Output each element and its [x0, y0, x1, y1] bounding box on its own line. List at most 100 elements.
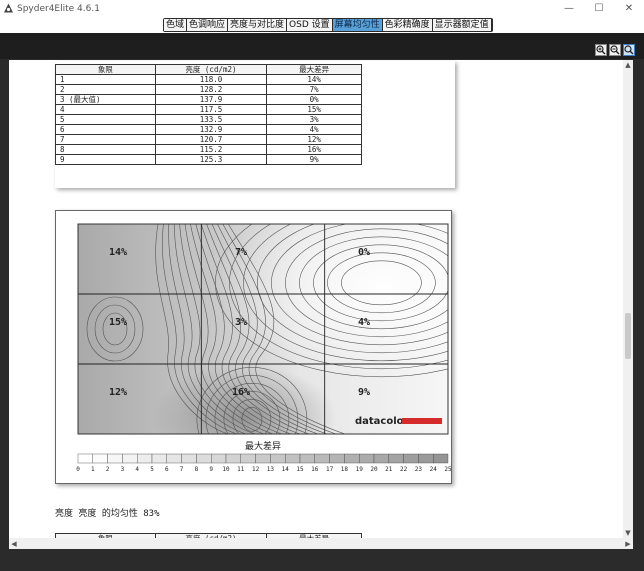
tab-2[interactable]: 亮度与对比度 [228, 19, 287, 31]
tab-3[interactable]: OSD 设置 [287, 19, 332, 31]
table-cell: 117.5 [154, 104, 268, 115]
table-cell: 9 [55, 154, 156, 165]
scale-swatch [240, 453, 256, 464]
tab-1[interactable]: 色调响应 [187, 19, 228, 31]
uniformity-summary: 亮度 亮度 的均匀性 83% [55, 509, 160, 519]
uniformity-chart-svg: 14% 7% 0% 15% 3% 4% 12% 16% 9% datacolor 最大差异 0 1… [76, 223, 452, 473]
table-row: 7 120.7 12% [55, 134, 362, 145]
scale-swatch [344, 453, 360, 464]
tab-4[interactable]: 屏幕均匀性 [332, 19, 382, 31]
scale-tick-label: 0 [76, 466, 80, 473]
table-cell: 0% [266, 94, 362, 105]
scale-swatch [270, 453, 286, 464]
minimize-button[interactable]: — [554, 0, 584, 17]
scale-tick-label: 20 [370, 466, 378, 473]
table-cell: 3% [266, 114, 362, 125]
table-row: 4 117.5 15% [55, 104, 362, 115]
tab-6[interactable]: 显示器额定值 [432, 19, 491, 31]
table-row: 5 133.5 3% [55, 114, 362, 125]
table-row: 1 118.0 14% [55, 74, 362, 85]
table-cell: 2 [55, 84, 156, 95]
column-header: 亮度 (cd/m2) [154, 64, 268, 75]
table-cell: 5 [55, 114, 156, 125]
scale-tick-label: 16 [311, 466, 319, 473]
scale-swatch [225, 453, 242, 464]
scale-swatch [373, 453, 390, 464]
report-document[interactable]: 象限 亮度 (cd/m2) 最大差异 1 118.0 14% 2 128.2 7% 3 (最大值… [9, 60, 623, 538]
tab-5[interactable]: 色彩精确度 [382, 19, 432, 31]
scroll-down-icon[interactable]: ▼ [623, 528, 633, 538]
scale-tick-label: 6 [165, 466, 169, 473]
scale-swatch [255, 453, 271, 464]
scale-tick-label: 10 [222, 466, 230, 473]
scale-tick-label: 12 [252, 466, 260, 473]
quadrant-label: 9% [358, 387, 370, 398]
scale-swatch [359, 453, 375, 464]
scale-tick-label: 7 [180, 466, 184, 473]
quadrant-label: 16% [232, 387, 250, 398]
title-bar: Spyder4Elite 4.6.1 — ☐ ✕ [0, 0, 644, 17]
scale-swatch [284, 453, 301, 464]
toolbar-area [0, 33, 644, 59]
close-button[interactable]: ✕ [614, 0, 644, 17]
scale-swatch [388, 453, 404, 464]
table-cell: 4% [266, 124, 362, 135]
scale-tick-label: 4 [135, 466, 139, 473]
horizontal-scrollbar[interactable]: ◀ ▶ [9, 538, 633, 549]
column-header: 象限 [55, 64, 156, 75]
scale-swatch [210, 453, 227, 464]
tab-bar: 色域 色调响应 亮度与对比度 OSD 设置 屏幕均匀性 色彩精确度 显示器额定值 [0, 17, 644, 33]
zoom-out-icon[interactable] [609, 44, 621, 56]
table-row: 9 125.3 9% [55, 154, 362, 165]
scroll-up-icon[interactable]: ▲ [623, 60, 633, 70]
app-icon [2, 3, 14, 15]
table-row: 6 132.9 4% [55, 124, 362, 135]
zoom-fit-icon[interactable] [623, 44, 635, 56]
quadrant-label: 0% [358, 247, 370, 258]
table-cell: 6 [55, 124, 156, 135]
scroll-right-icon[interactable]: ▶ [623, 538, 633, 549]
maximize-button[interactable]: ☐ [584, 0, 614, 17]
scale-tick-label: 14 [282, 466, 290, 473]
table-row: 3 (最大值) 137.9 0% [55, 94, 362, 105]
scale-tick-label: 23 [415, 466, 423, 473]
table-cell: 3 (最大值) [55, 94, 156, 105]
scale-swatch [77, 453, 94, 464]
table-cell: 8 [55, 144, 156, 155]
scale-swatch [196, 453, 212, 464]
scale-swatch [92, 453, 108, 464]
table-cell: 7% [266, 84, 362, 95]
scale-tick-label: 21 [385, 466, 393, 473]
status-area [0, 549, 644, 571]
table-cell: 132.9 [154, 124, 268, 135]
scale-tick-label: 8 [195, 466, 199, 473]
quadrant-label: 7% [235, 247, 247, 258]
vertical-scroll-thumb[interactable] [625, 313, 631, 359]
zoom-controls [595, 44, 635, 56]
report-tabs: 色域 色调响应 亮度与对比度 OSD 设置 屏幕均匀性 色彩精确度 显示器额定值 [163, 18, 493, 32]
scale-tick-label: 5 [150, 466, 154, 473]
tab-0[interactable]: 色域 [164, 19, 187, 31]
scroll-left-icon[interactable]: ◀ [9, 538, 19, 549]
scale-tick-label: 22 [400, 466, 408, 473]
scale-tick-label: 13 [267, 466, 275, 473]
scale-title: 最大差异 [245, 440, 281, 452]
scale-tick-label: 1 [91, 466, 95, 473]
table-cell: 16% [266, 144, 362, 155]
scale-tick-label: 17 [326, 466, 334, 473]
table-cell: 7 [55, 134, 156, 145]
table-cell: 133.5 [154, 114, 268, 125]
table-cell: 120.7 [154, 134, 268, 145]
quadrant-label: 3% [235, 317, 247, 328]
table-cell: 4 [55, 104, 156, 115]
svg-text:datacolor: datacolor [355, 416, 409, 427]
luminance-table: 象限 亮度 (cd/m2) 最大差异 1 118.0 14% 2 128.2 7% 3 (最大值… [55, 64, 362, 165]
scale-swatch [403, 453, 419, 464]
table-cell: 1 [55, 74, 156, 85]
table-cell: 137.9 [154, 94, 268, 105]
vertical-scrollbar[interactable]: ▲ ▼ [623, 60, 633, 538]
zoom-in-icon[interactable] [595, 44, 607, 56]
quadrant-label: 12% [109, 387, 127, 398]
table-cell: 14% [266, 74, 362, 85]
scale-swatch [181, 453, 197, 464]
